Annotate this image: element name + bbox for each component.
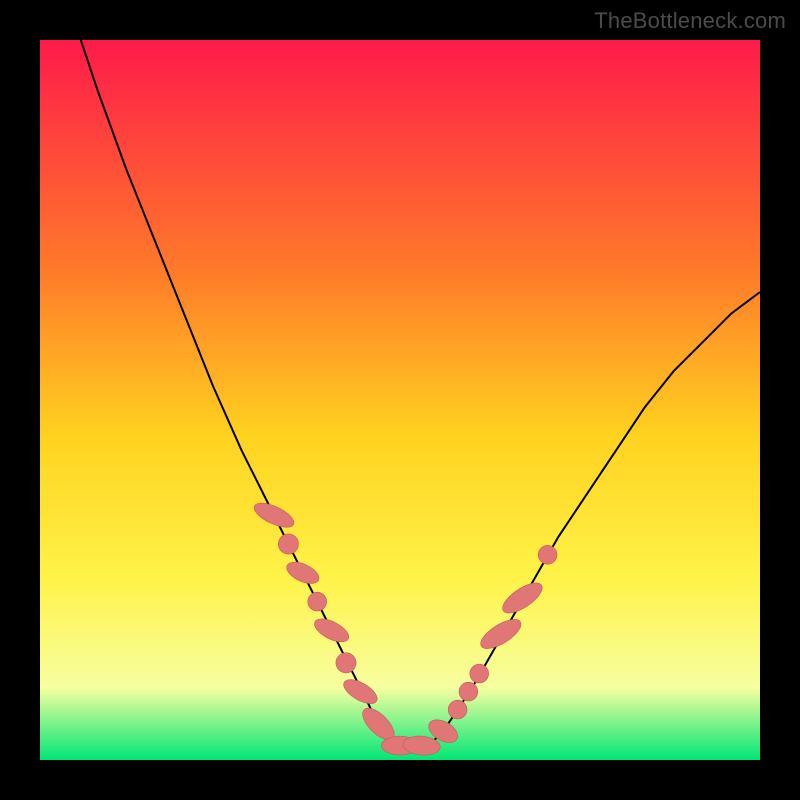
curve-marker	[459, 682, 478, 701]
curve-marker	[336, 653, 356, 673]
chart-frame: TheBottleneck.com	[0, 0, 800, 800]
curve-marker	[448, 700, 467, 719]
chart-plot	[40, 40, 760, 760]
curve-marker	[308, 592, 327, 611]
curve-marker	[538, 545, 557, 564]
chart-svg	[40, 40, 760, 760]
curve-marker	[278, 534, 298, 554]
curve-marker	[470, 664, 489, 683]
watermark-text: TheBottleneck.com	[594, 8, 786, 34]
gradient-background	[40, 40, 760, 760]
